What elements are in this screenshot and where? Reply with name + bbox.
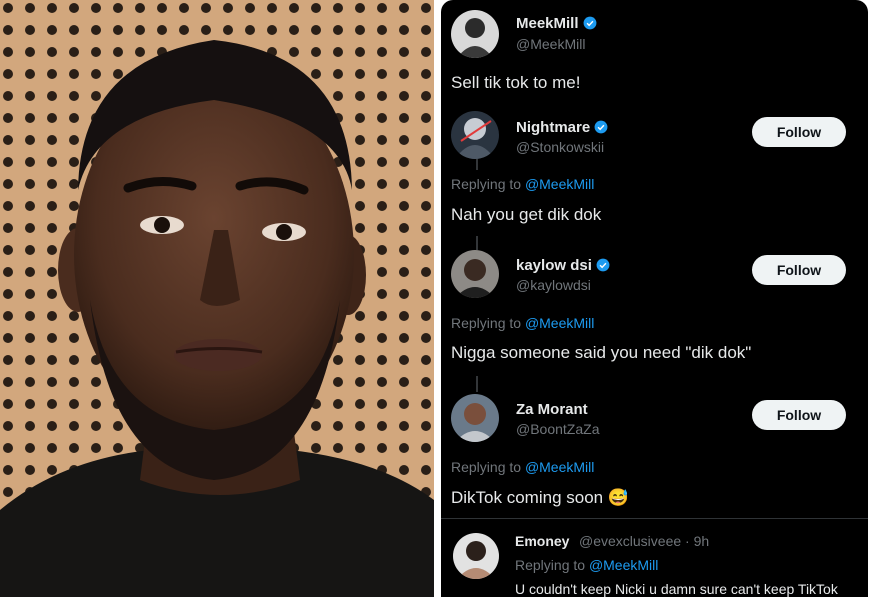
replying-to: Replying to @MeekMill xyxy=(451,459,594,475)
tweet-text: DikTok coming soon 😅 xyxy=(451,488,629,508)
mention-link[interactable]: @MeekMill xyxy=(525,315,594,331)
avatar[interactable] xyxy=(451,250,499,298)
portrait-illustration xyxy=(0,0,434,597)
verified-badge-icon xyxy=(594,120,608,134)
tweet-meta: @evexclusiveee · 9h xyxy=(579,533,709,549)
display-name[interactable]: Za Morant xyxy=(516,401,588,418)
replying-to: Replying to @MeekMill xyxy=(451,315,594,331)
user-handle[interactable]: @kaylowdsi xyxy=(516,277,591,293)
mention-link[interactable]: @MeekMill xyxy=(525,176,594,192)
replying-prefix: Replying to xyxy=(515,557,589,573)
tweet-thread: MeekMill @MeekMill Sell tik tok to me! N… xyxy=(441,0,868,597)
reply-tweet[interactable]: Nightmare @Stonkowskii Follow Replying t… xyxy=(441,100,868,240)
replying-prefix: Replying to xyxy=(451,459,525,475)
avatar-image xyxy=(451,394,499,442)
mention-link[interactable]: @MeekMill xyxy=(525,459,594,475)
user-handle[interactable]: @Stonkowskii xyxy=(516,139,604,155)
reply-tweet[interactable]: Emoney @evexclusiveee · 9h Replying to @… xyxy=(441,519,868,597)
avatar-image xyxy=(453,533,499,579)
replying-to: Replying to @MeekMill xyxy=(515,557,658,573)
avatar-image xyxy=(451,10,499,58)
user-handle[interactable]: @BoontZaZa xyxy=(516,421,599,437)
display-name-text[interactable]: Nightmare xyxy=(516,119,590,136)
follow-button[interactable]: Follow xyxy=(752,255,846,285)
display-name-text[interactable]: kaylow dsi xyxy=(516,257,592,274)
tweet-text: Sell tik tok to me! xyxy=(451,73,581,92)
reply-tweet[interactable]: kaylow dsi @kaylowdsi Follow Replying to… xyxy=(441,240,868,380)
display-name[interactable]: Nightmare xyxy=(516,119,608,136)
tweet-text: Nigga someone said you need "dik dok" xyxy=(451,343,752,362)
display-name-text[interactable]: MeekMill xyxy=(516,15,579,32)
avatar[interactable] xyxy=(451,10,499,58)
replying-prefix: Replying to xyxy=(451,176,525,192)
follow-button[interactable]: Follow xyxy=(752,400,846,430)
tweet-text-body: DikTok coming soon xyxy=(451,488,604,507)
avatar-image xyxy=(451,111,499,159)
tweet-text: U couldn't keep Nicki u damn sure can't … xyxy=(515,581,838,597)
main-tweet[interactable]: MeekMill @MeekMill Sell tik tok to me! xyxy=(441,0,868,100)
avatar[interactable] xyxy=(451,394,499,442)
avatar-image xyxy=(451,250,499,298)
replying-prefix: Replying to xyxy=(451,315,525,331)
portrait-photo xyxy=(0,0,434,597)
verified-badge-icon xyxy=(596,258,610,272)
grinning-sweat-emoji-icon: 😅 xyxy=(607,488,630,507)
avatar[interactable] xyxy=(453,533,499,579)
verified-badge-icon xyxy=(583,16,596,30)
display-name-text[interactable]: Za Morant xyxy=(516,401,588,418)
display-name[interactable]: kaylow dsi xyxy=(516,257,610,274)
display-name[interactable]: MeekMill xyxy=(516,15,597,32)
timestamp[interactable]: · 9h xyxy=(685,533,709,549)
tweet-text: Nah you get dik dok xyxy=(451,205,602,224)
display-name[interactable]: Emoney xyxy=(515,533,569,549)
user-handle[interactable]: @evexclusiveee xyxy=(579,533,681,549)
user-handle[interactable]: @MeekMill xyxy=(516,36,585,52)
avatar[interactable] xyxy=(451,111,499,159)
follow-button[interactable]: Follow xyxy=(752,117,846,147)
reply-tweet[interactable]: Za Morant @BoontZaZa Follow Replying to … xyxy=(441,384,868,519)
mention-link[interactable]: @MeekMill xyxy=(589,557,658,573)
replying-to: Replying to @MeekMill xyxy=(451,176,594,192)
